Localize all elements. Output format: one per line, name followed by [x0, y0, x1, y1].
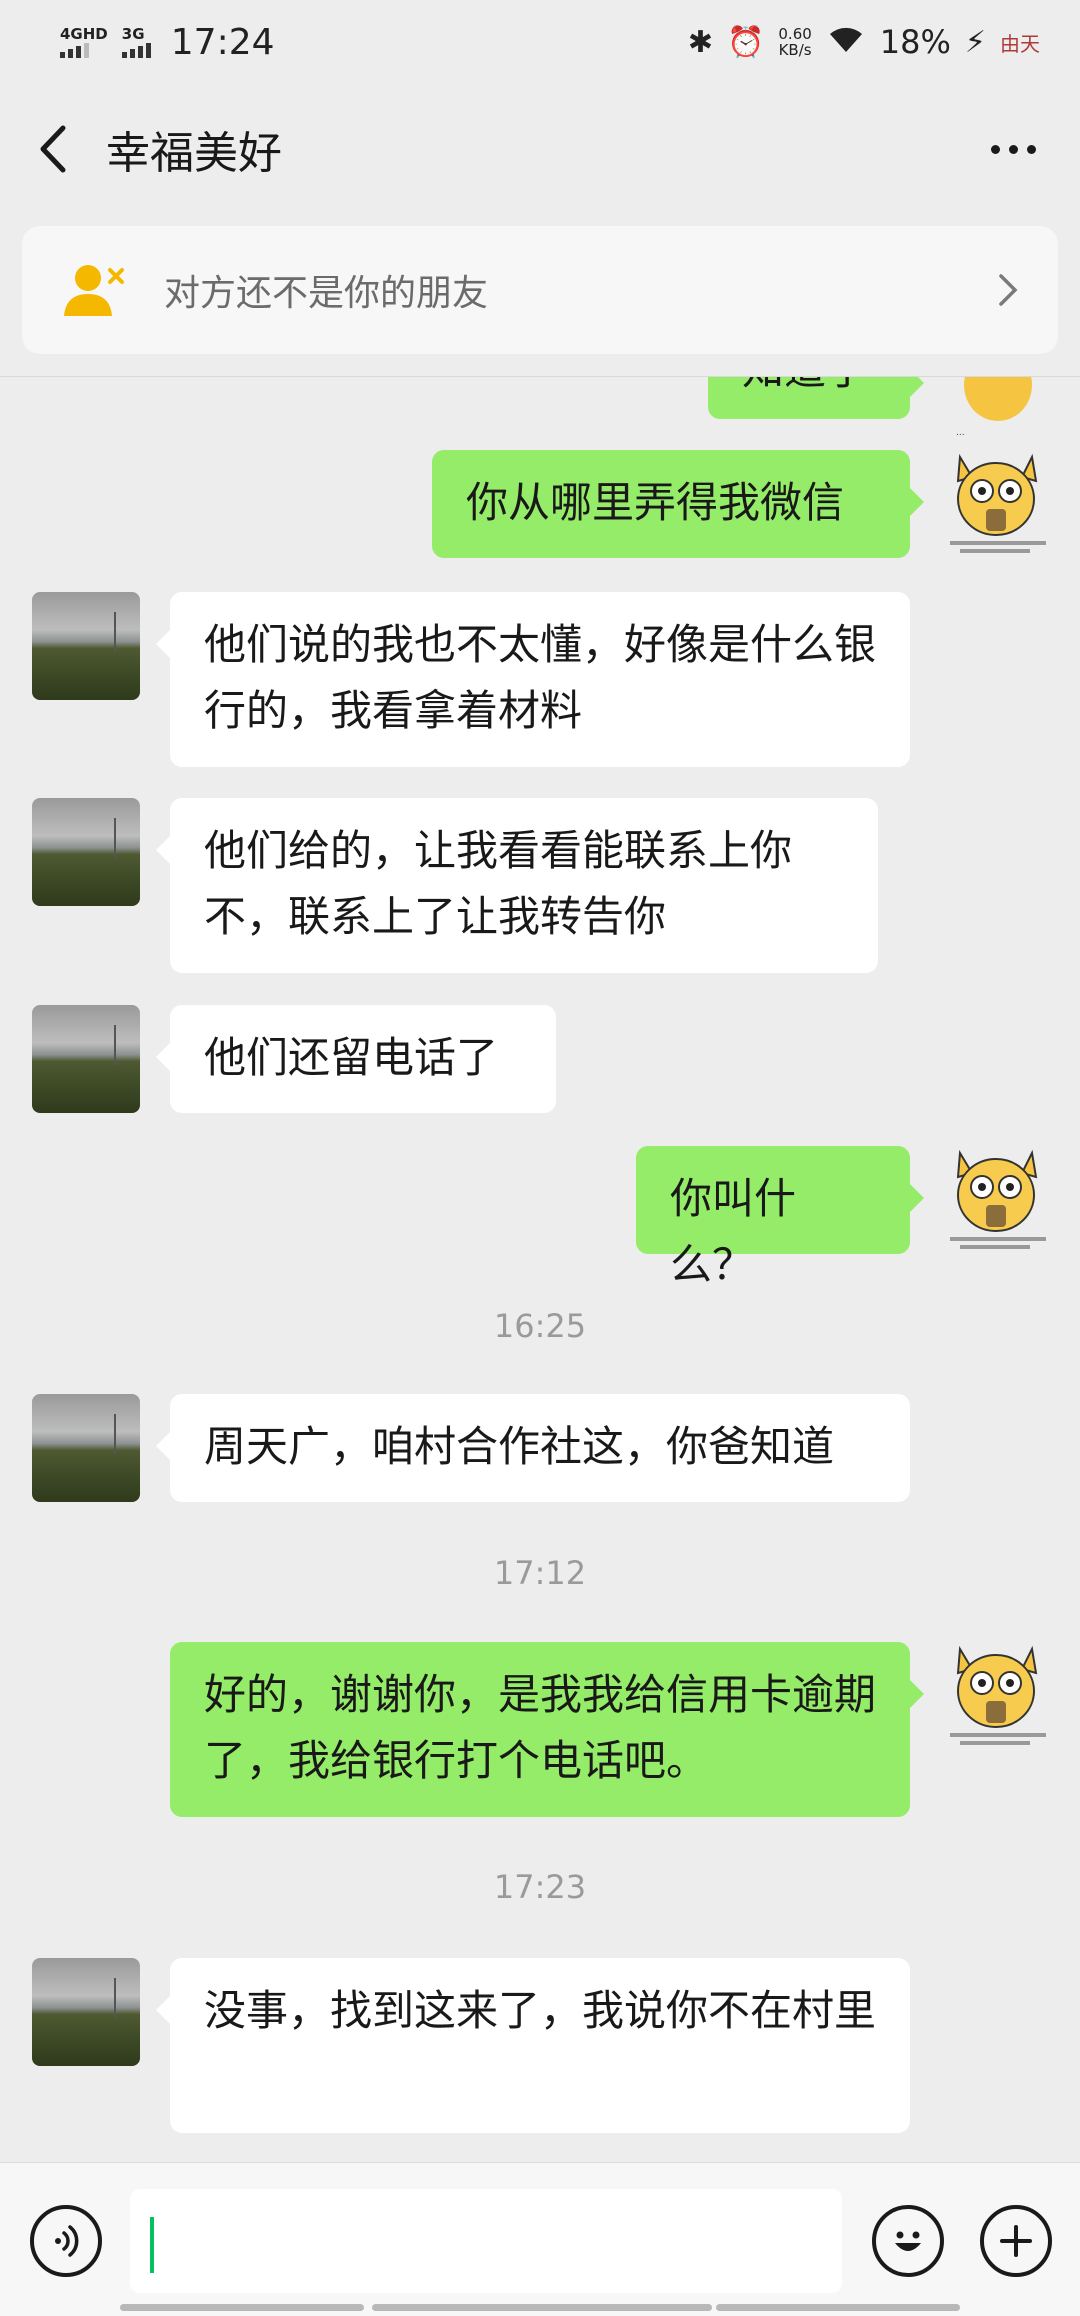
message-text: 周天广，咱村合作社这，你爸知道 — [204, 1422, 835, 1471]
bluetooth-icon: ✱ — [687, 24, 714, 60]
more-button[interactable] — [979, 133, 1048, 166]
landscape-photo — [32, 798, 140, 906]
landscape-photo — [32, 592, 140, 700]
chat-title: 幸福美好 — [106, 128, 282, 179]
not-friend-banner[interactable]: 对方还不是你的朋友 — [22, 226, 1058, 354]
message-bubble-incoming[interactable]: 周天广，咱村合作社这，你爸知道 — [156, 1394, 910, 1502]
network-speed: 0.60 KB/s — [778, 26, 811, 58]
status-bar: 4GHD 3G 17:24 ✱ ⏰ 0.60 KB/s 18% ⚡ 由天 — [0, 0, 1080, 84]
message-text: 你从哪里弄得我微信 — [466, 478, 845, 527]
text-caret — [150, 2217, 154, 2273]
battery-percent: 18% — [879, 23, 951, 61]
contact-avatar[interactable] — [32, 1005, 140, 1113]
cat-avatar-icon — [950, 453, 1046, 553]
nav-bar-handle — [716, 2304, 960, 2311]
watermark-logo: 由天 — [1000, 31, 1040, 56]
status-left: 4GHD 3G 17:24 — [60, 22, 275, 63]
speed-unit: KB/s — [778, 41, 812, 59]
voice-icon — [55, 2225, 79, 2257]
message-bubble-outgoing[interactable]: 好的，谢谢你，是我我给信用卡逾期了，我给银行打个电话吧。 — [170, 1642, 924, 1817]
message-bubble-outgoing[interactable]: 你叫什么？ — [636, 1146, 924, 1289]
timestamp: 16:25 — [493, 1307, 587, 1345]
message-text: 他们给的，让我看看能联系上你不，联系上了让我转告你 — [204, 826, 793, 941]
svg-text:...: ... — [956, 428, 965, 438]
status-right: ✱ ⏰ 0.60 KB/s 18% ⚡ 由天 — [688, 22, 1040, 63]
message-bubble-outgoing[interactable]: 你从哪里弄得我微信 — [432, 450, 924, 558]
message-list[interactable]: 知道了 ... 你从哪里弄得我微信 他们说的我也不太懂，好像是什么银行的，我看拿… — [0, 377, 1080, 2162]
emoji-icon — [895, 2231, 921, 2251]
contact-avatar[interactable] — [32, 1394, 140, 1502]
signal-bars-icon — [60, 42, 89, 58]
message-text: 知道了 — [742, 377, 868, 394]
chevron-right-icon — [999, 274, 1018, 306]
back-button[interactable] — [32, 119, 72, 179]
charging-icon: ⚡ — [964, 24, 986, 60]
more-icon-dot — [1027, 144, 1036, 154]
message-text: 好的，谢谢你，是我我给信用卡逾期了，我给银行打个电话吧。 — [204, 1670, 877, 1785]
network-4g-label: 4GHD — [60, 25, 108, 43]
add-friend-icon — [64, 265, 124, 316]
contact-avatar[interactable] — [32, 798, 140, 906]
back-arrow-icon — [40, 125, 66, 173]
my-avatar[interactable] — [946, 1143, 1054, 1251]
message-bubble-outgoing[interactable]: 知道了 — [708, 377, 924, 419]
contact-avatar[interactable] — [32, 592, 140, 700]
more-icon — [991, 144, 1000, 154]
emoji-button[interactable] — [872, 2205, 944, 2277]
my-avatar[interactable]: ... — [948, 377, 1056, 443]
voice-button[interactable] — [30, 2205, 102, 2277]
message-bubble-incoming[interactable]: 他们说的我也不太懂，好像是什么银行的，我看拿着材料 — [156, 592, 910, 767]
clock: 17:24 — [170, 21, 275, 63]
my-avatar[interactable] — [946, 447, 1054, 555]
chat-header: 幸福美好 — [0, 84, 1080, 214]
contact-avatar[interactable] — [32, 1958, 140, 2066]
signal-bars-icon — [121, 42, 151, 58]
message-bubble-incoming[interactable]: 没事，找到这来了，我说你不在村里 — [156, 1958, 910, 2133]
message-text: 他们还留电话了 — [204, 1033, 499, 1082]
cat-avatar-icon — [950, 1149, 1046, 1249]
cat-avatar-icon: ... — [956, 377, 1032, 438]
plus-icon — [1000, 2225, 1032, 2257]
landscape-photo — [32, 1005, 140, 1113]
more-actions-button[interactable] — [980, 2205, 1052, 2277]
message-text: 他们说的我也不太懂，好像是什么银行的，我看拿着材料 — [204, 620, 877, 735]
timestamp: 17:12 — [493, 1554, 587, 1592]
network-3g: 3G — [121, 25, 151, 58]
nav-bar-handle — [372, 2304, 712, 2311]
nav-bar-handle — [120, 2304, 364, 2311]
my-avatar[interactable] — [946, 1639, 1054, 1747]
more-icon-dot — [1009, 144, 1018, 154]
timestamp: 17:23 — [493, 1868, 587, 1906]
network-4g: 4GHD — [60, 26, 108, 58]
speed-value: 0.60 — [778, 25, 812, 43]
cat-avatar-icon — [950, 1645, 1046, 1745]
message-text: 没事，找到这来了，我说你不在村里 — [204, 1986, 877, 2035]
wifi-icon — [826, 22, 866, 63]
alarm-icon: ⏰ — [727, 24, 765, 60]
message-text: 你叫什么？ — [670, 1174, 797, 1289]
landscape-photo — [32, 1394, 140, 1502]
landscape-photo — [32, 1958, 140, 2066]
input-bar — [0, 2162, 1080, 2316]
banner-text: 对方还不是你的朋友 — [164, 273, 489, 314]
network-3g-label: 3G — [121, 25, 145, 43]
message-bubble-incoming[interactable]: 他们给的，让我看看能联系上你不，联系上了让我转告你 — [156, 798, 878, 973]
message-input[interactable] — [130, 2189, 842, 2293]
message-bubble-incoming[interactable]: 他们还留电话了 — [156, 1005, 556, 1113]
